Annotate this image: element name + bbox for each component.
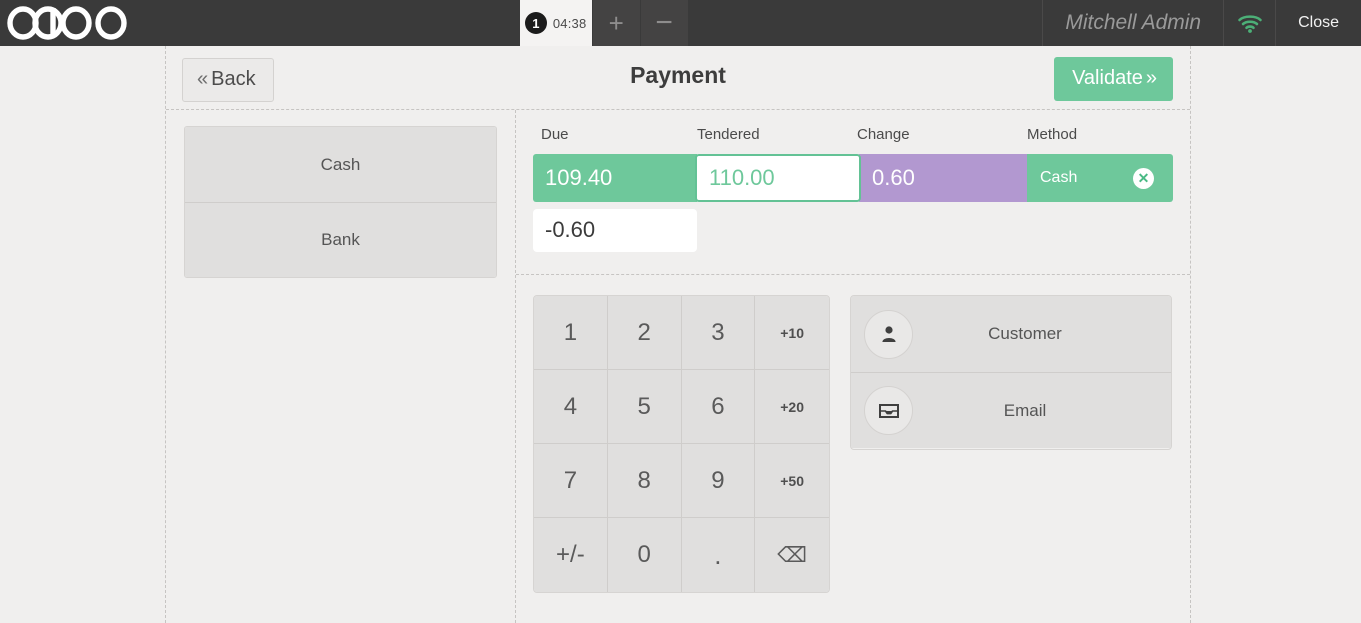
page-title: Payment — [630, 62, 726, 88]
column-header-due: Due — [541, 126, 569, 143]
numpad-key-5[interactable]: 5 — [607, 370, 682, 444]
numpad-key-9[interactable]: 9 — [681, 444, 756, 518]
payment-line-row: 109.40 110.00 0.60 Cash ✕ — [533, 154, 1173, 202]
numpad-key-3[interactable]: 3 — [681, 296, 756, 370]
payment-line-method[interactable]: Cash ✕ — [1027, 154, 1173, 202]
backspace-icon[interactable]: ⌫ — [755, 518, 829, 592]
user-name: Mitchell Admin — [1042, 0, 1223, 46]
odoo-logo[interactable] — [0, 0, 165, 46]
numpad-key-plus50[interactable]: +50 — [755, 444, 829, 518]
numpad-key-0[interactable]: 0 — [607, 518, 682, 592]
payment-method-label: Cash — [320, 154, 361, 174]
order-tab-1[interactable]: 1 04:38 — [519, 0, 592, 46]
action-buttons: Customer Email — [850, 295, 1172, 450]
remove-order-button[interactable]: − — [639, 0, 688, 46]
payment-method-label: Bank — [321, 230, 360, 249]
payment-method-list: Cash Bank — [184, 126, 497, 278]
numpad-key-sign[interactable]: +/- — [534, 518, 608, 592]
order-tabs: 1 04:38 + − — [165, 0, 1042, 46]
payment-method-cash[interactable]: Cash — [185, 127, 496, 202]
validate-button[interactable]: Validate» — [1054, 57, 1173, 101]
person-icon — [864, 309, 913, 359]
top-bar: 1 04:38 + − Mitchell Admin Close — [0, 0, 1361, 46]
payment-body: Cash Bank Due Tendered Change Method 109… — [166, 110, 1190, 623]
top-bar-right: Mitchell Admin Close — [1042, 0, 1361, 46]
payment-controls: 1 2 3 +10 4 5 6 +20 7 8 9 +50 +/- 0 . ⌫ — [516, 275, 1190, 593]
payment-lines-header: Due Tendered Change Method — [533, 126, 1173, 154]
numpad-key-6[interactable]: 6 — [681, 370, 756, 444]
customer-button[interactable]: Customer — [851, 296, 1171, 372]
payment-line-due: 109.40 — [533, 154, 697, 202]
payment-lines: Due Tendered Change Method 109.40 110.00… — [516, 110, 1190, 275]
payment-header: «Back Payment Validate» — [166, 46, 1190, 110]
numpad-key-decimal[interactable]: . — [681, 518, 756, 592]
add-order-button[interactable]: + — [591, 0, 640, 46]
email-button[interactable]: Email — [851, 372, 1171, 448]
inbox-icon — [864, 386, 913, 435]
column-header-method: Method — [1027, 126, 1078, 143]
tendered-input[interactable]: 110.00 — [695, 154, 861, 202]
numpad-key-4[interactable]: 4 — [534, 370, 608, 444]
payment-line-method-label: Cash — [1040, 169, 1078, 186]
payment-line-change: 0.60 — [859, 154, 1027, 202]
payment-detail-panel: Due Tendered Change Method 109.40 110.00… — [516, 110, 1190, 623]
column-header-change: Change — [857, 126, 910, 143]
validate-button-label: Validate — [1072, 67, 1143, 89]
numpad-key-plus20[interactable]: +20 — [755, 370, 829, 444]
payment-methods-panel: Cash Bank — [166, 110, 516, 623]
order-tab-timer: 04:38 — [552, 15, 587, 31]
numpad-key-plus10[interactable]: +10 — [755, 296, 829, 370]
close-circle-icon[interactable]: ✕ — [1133, 167, 1154, 189]
numpad-key-1[interactable]: 1 — [534, 296, 608, 370]
payment-remaining-row: -0.60 — [533, 206, 1173, 254]
numpad-key-2[interactable]: 2 — [607, 296, 682, 370]
column-header-tendered: Tendered — [697, 126, 760, 143]
close-button[interactable]: Close — [1275, 0, 1361, 46]
wifi-icon[interactable] — [1223, 0, 1275, 46]
numpad-key-7[interactable]: 7 — [534, 444, 608, 518]
numpad: 1 2 3 +10 4 5 6 +20 7 8 9 +50 +/- 0 . ⌫ — [533, 295, 830, 593]
validate-chevron-icon: » — [1145, 67, 1157, 89]
order-tab-badge: 1 — [524, 12, 547, 34]
remaining-amount: -0.60 — [533, 208, 697, 252]
payment-method-bank[interactable]: Bank — [185, 202, 496, 277]
numpad-key-8[interactable]: 8 — [607, 444, 682, 518]
payment-screen: «Back Payment Validate» Cash Bank Due Te… — [165, 46, 1191, 623]
